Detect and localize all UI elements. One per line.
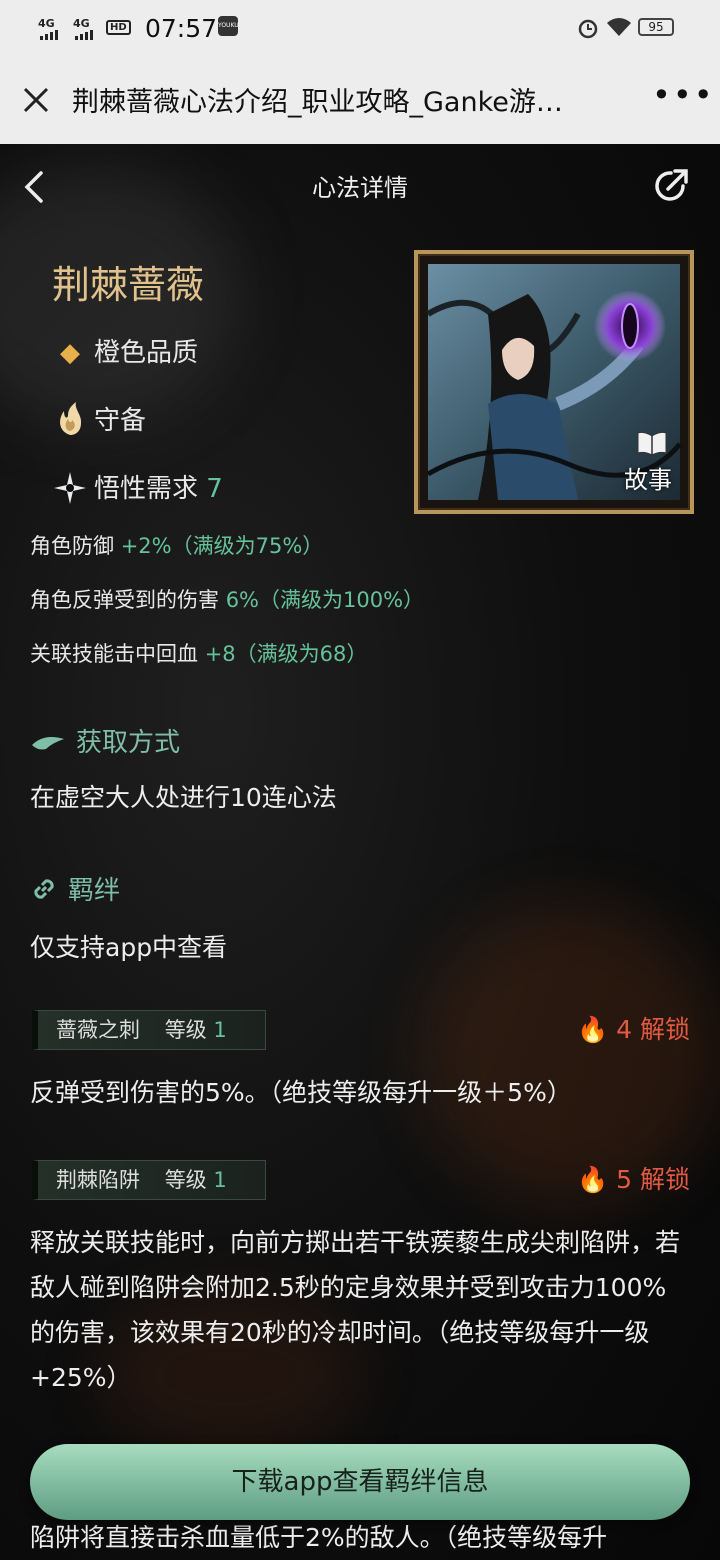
- skill-name: 荆棘陷阱: [56, 1168, 140, 1192]
- close-icon[interactable]: [22, 86, 50, 114]
- bond-text: 仅支持app中查看: [30, 933, 228, 962]
- more-options-icon[interactable]: •••: [652, 76, 715, 114]
- fire-icon: 🔥: [577, 1015, 609, 1044]
- signal-bars-icon: [40, 30, 58, 40]
- stat-value: +2%（满级为75%）: [120, 534, 324, 558]
- book-icon[interactable]: [636, 430, 668, 456]
- stat-label: 角色反弹受到的伤害: [30, 588, 226, 612]
- bond-heading-label: 羁绊: [68, 876, 121, 906]
- fire-icon: 🔥: [577, 1165, 609, 1194]
- leaf-icon: [30, 728, 66, 758]
- browser-toolbar: 荆棘蔷薇心法介绍_职业攻略_Ganke游… •••: [0, 56, 720, 144]
- unlock-label: 4 解锁: [616, 1015, 690, 1044]
- partial-skill-description: 陷阱将直接击杀血量低于2%的敌人。（绝技等级每升: [30, 1523, 608, 1552]
- signal-4g-icon-2: 4G: [73, 17, 90, 30]
- diamond-icon: ◆: [60, 338, 80, 368]
- stat-defense: 角色防御 +2%（满级为75%）: [30, 530, 323, 560]
- hd-icon: HD: [106, 20, 131, 35]
- stat-value: +8（满级为68）: [204, 642, 368, 666]
- unlock-requirement: 🔥 4 解锁: [577, 1010, 690, 1046]
- download-app-button[interactable]: 下载app查看羁绊信息: [30, 1444, 690, 1520]
- unlock-label: 5 解锁: [616, 1165, 690, 1194]
- stat-heal: 关联技能击中回血 +8（满级为68）: [30, 638, 367, 668]
- flame-shield-icon: [52, 401, 88, 437]
- status-bar: 4G 4G HD 07:57 YOUKU 95: [0, 0, 720, 56]
- acquire-heading-label: 获取方式: [76, 728, 181, 758]
- quality-label: 橙色品质: [94, 338, 199, 368]
- unlock-requirement: 🔥 5 解锁: [577, 1160, 690, 1196]
- sparkle-icon: [52, 471, 88, 505]
- type-row: 守备: [52, 400, 146, 437]
- browser-page-title: 荆棘蔷薇心法介绍_职业攻略_Ganke游…: [72, 87, 563, 118]
- skill-level-label: 等级: [164, 1018, 207, 1042]
- acquire-heading: 获取方式: [30, 722, 180, 759]
- link-icon: [30, 875, 58, 906]
- wifi-icon: [607, 18, 631, 36]
- skill-level: 1: [213, 1018, 227, 1042]
- portrait-card[interactable]: 故事: [414, 250, 694, 514]
- skill-description: 释放关联技能时，向前方掷出若干铁蒺藜生成尖刺陷阱，若敌人碰到陷阱会附加2.5秒的…: [30, 1228, 681, 1392]
- acquire-text: 在虚空大人处进行10连心法: [30, 783, 337, 812]
- comprehension-row: 悟性需求 7: [52, 468, 223, 505]
- stat-reflect: 角色反弹受到的伤害 6%（满级为100%）: [30, 584, 424, 614]
- comprehension-label: 悟性需求: [94, 474, 199, 504]
- heart-detail-page: 心法详情 荆棘蔷薇 ◆ 橙色品质 守备 悟性需求 7 故事 角色防御 +2%（满…: [0, 144, 720, 1560]
- signal-4g-icon: 4G: [38, 17, 55, 30]
- stat-label: 关联技能击中回血: [30, 642, 205, 666]
- type-label: 守备: [94, 406, 147, 436]
- heart-name: 荆棘蔷薇: [52, 263, 205, 307]
- skill-description: 反弹受到伤害的5%。（绝技等级每升一级＋5%）: [30, 1078, 572, 1107]
- signal-bars-icon-2: [75, 30, 93, 40]
- alarm-icon: [578, 19, 598, 39]
- skill-level: 1: [213, 1168, 227, 1192]
- skill-tag-rose-thorn: 蔷薇之刺 等级 1: [32, 1010, 266, 1050]
- share-icon[interactable]: [653, 166, 691, 204]
- skill-name: 蔷薇之刺: [56, 1018, 140, 1042]
- stat-value: 6%（满级为100%）: [225, 588, 425, 612]
- clock: 07:57: [145, 14, 218, 43]
- skill-level-label: 等级: [164, 1168, 207, 1192]
- battery-icon: 95: [638, 18, 674, 36]
- quality-row: ◆ 橙色品质: [52, 332, 198, 369]
- youku-app-icon: YOUKU: [218, 16, 239, 36]
- background-ember-glow: [420, 904, 720, 1204]
- comprehension-value: 7: [206, 474, 223, 504]
- stat-label: 角色防御: [30, 534, 121, 558]
- skill-tag-thorn-trap: 荆棘陷阱 等级 1: [32, 1160, 266, 1200]
- bond-heading: 羁绊: [30, 870, 120, 907]
- story-label[interactable]: 故事: [624, 460, 672, 495]
- page-title: 心法详情: [312, 174, 408, 202]
